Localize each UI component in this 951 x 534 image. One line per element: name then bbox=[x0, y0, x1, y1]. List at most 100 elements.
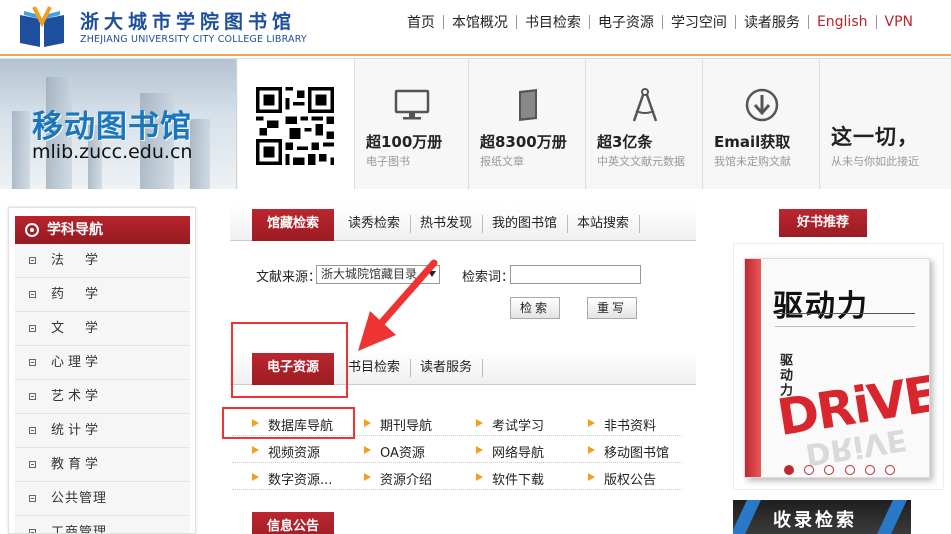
source-label: 文献来源： bbox=[256, 270, 322, 285]
expand-plus-icon bbox=[29, 359, 36, 366]
highlight-box bbox=[222, 407, 355, 439]
compass-icon bbox=[632, 88, 657, 122]
nav-reader-services[interactable]: 读者服务 bbox=[736, 12, 808, 32]
nav-vpn[interactable]: VPN bbox=[877, 14, 922, 30]
nav-home[interactable]: 首页 bbox=[399, 12, 443, 32]
carousel-dot[interactable] bbox=[844, 465, 855, 475]
nav-e-resources[interactable]: 电子资源 bbox=[590, 12, 662, 32]
link-non-book-materials[interactable]: 非书资料 bbox=[588, 415, 656, 434]
highlight-box bbox=[231, 322, 348, 398]
link-digital-resources[interactable]: 数字资源... bbox=[252, 469, 332, 488]
carousel-dot[interactable] bbox=[784, 465, 795, 475]
book-spine bbox=[745, 259, 761, 477]
stat-email-delivery[interactable]: Email获取 我馆未定购文献 bbox=[704, 59, 820, 189]
stat-sub: 电子图书 bbox=[366, 155, 410, 168]
book-recommend-title: 好书推荐 bbox=[779, 209, 867, 237]
search-and-resources: 馆藏检索 读秀检索 热书发现 我的图书馆 本站搜索 文献来源： 浙大城院馆藏目录… bbox=[222, 205, 700, 534]
download-icon bbox=[745, 88, 778, 122]
subject-item-pharmacy[interactable]: 药 学 bbox=[15, 278, 190, 312]
tab-duxiu-search[interactable]: 读秀检索 bbox=[338, 215, 412, 233]
link-mobile-library[interactable]: 移动图书馆 bbox=[588, 442, 669, 461]
subject-item-literature[interactable]: 文 学 bbox=[15, 312, 190, 346]
subject-item-education[interactable]: 教育学 bbox=[15, 448, 190, 482]
nav-english[interactable]: English bbox=[809, 14, 876, 30]
tablet-icon bbox=[518, 89, 537, 121]
subject-item-law[interactable]: 法 学 bbox=[15, 244, 190, 278]
carousel-dot[interactable] bbox=[864, 465, 875, 475]
logo-english-name: ZHEJIANG UNIVERSITY CITY COLLEGE LIBRARY bbox=[80, 34, 307, 45]
reset-button[interactable]: 重写 bbox=[587, 297, 637, 319]
logo-chinese-name: 浙大城市学院图书馆 bbox=[80, 11, 297, 33]
mobile-library-panel[interactable]: 移动图书馆 mlib.zucc.edu.cn bbox=[0, 59, 237, 189]
subject-label: 药 学 bbox=[51, 287, 103, 302]
tab-site-search[interactable]: 本站搜索 bbox=[567, 215, 641, 233]
carousel-dot[interactable] bbox=[884, 465, 895, 475]
subject-item-business-admin[interactable]: 工商管理 bbox=[15, 516, 190, 534]
nav-about[interactable]: 本馆概况 bbox=[444, 12, 516, 32]
top-navigation: 首页 本馆概况 书目检索 电子资源 学习空间 读者服务 English VPN bbox=[399, 12, 921, 32]
link-video-resources[interactable]: 视频资源 bbox=[252, 442, 320, 461]
feature-banner: 移动图书馆 mlib.zucc.edu.cn 超100万册 电子图书 超8300… bbox=[0, 58, 951, 189]
tab-catalog-search[interactable]: 书目检索 bbox=[338, 359, 412, 377]
tab-announcements[interactable]: 信息公告 bbox=[252, 512, 334, 534]
stripe-decoration bbox=[733, 500, 761, 534]
stat-sub: 中英文文献元数据 bbox=[597, 155, 685, 168]
stripe-decoration bbox=[877, 500, 907, 534]
stat-metadata[interactable]: 超3亿条 中英文文献元数据 bbox=[587, 59, 703, 189]
expand-plus-icon bbox=[29, 257, 36, 264]
link-resource-intro[interactable]: 资源介绍 bbox=[364, 469, 432, 488]
link-journal-navigation[interactable]: 期刊导航 bbox=[364, 415, 432, 434]
carousel-dots bbox=[734, 464, 945, 479]
tab-reader-services[interactable]: 读者服务 bbox=[410, 359, 484, 377]
mobile-library-url: mlib.zucc.edu.cn bbox=[32, 141, 193, 163]
expand-plus-icon bbox=[29, 393, 36, 400]
keyword-input[interactable] bbox=[510, 265, 641, 284]
catalog-search-form: 文献来源： 浙大城院馆藏目录 检索词： 检索 重写 bbox=[230, 249, 700, 329]
link-copyright-notice[interactable]: 版权公告 bbox=[588, 469, 656, 488]
link-software-download[interactable]: 软件下载 bbox=[476, 469, 544, 488]
subject-label: 教育学 bbox=[51, 457, 103, 472]
site-header: 浙大城市学院图书馆 ZHEJIANG UNIVERSITY CITY COLLE… bbox=[0, 0, 951, 56]
subject-item-public-admin[interactable]: 公共管理 bbox=[15, 482, 190, 516]
book-cover[interactable]: 驱动力 驱动力 DRiVE DRiVE bbox=[744, 258, 930, 478]
expand-plus-icon bbox=[29, 325, 36, 332]
search-button[interactable]: 检索 bbox=[510, 297, 560, 319]
nav-learning-space[interactable]: 学习空间 bbox=[663, 12, 735, 32]
tab-hot-books[interactable]: 热书发现 bbox=[410, 215, 484, 233]
stat-ebooks[interactable]: 超100万册 电子图书 bbox=[356, 59, 469, 189]
expand-plus-icon bbox=[29, 495, 36, 502]
subject-navigation-label: 学科导航 bbox=[47, 222, 103, 238]
stat-newspapers[interactable]: 超8300万册 报纸文章 bbox=[470, 59, 586, 189]
book-recommend-panel: 驱动力 驱动力 DRiVE DRiVE bbox=[733, 243, 944, 490]
stat-slogan: 这一切， 从未与你如此接近 bbox=[821, 59, 951, 189]
subject-item-arts[interactable]: 艺术学 bbox=[15, 380, 190, 414]
resource-link-row: 数字资源... 资源介绍 软件下载 版权公告 bbox=[232, 463, 682, 490]
qr-code-panel bbox=[238, 59, 355, 189]
subject-item-psychology[interactable]: 心理学 bbox=[15, 346, 190, 380]
building-decoration bbox=[190, 119, 210, 189]
tab-my-library[interactable]: 我的图书馆 bbox=[482, 215, 569, 233]
tab-collection-search[interactable]: 馆藏检索 bbox=[252, 209, 334, 241]
mobile-library-title: 移动图书馆 bbox=[32, 109, 192, 145]
subject-label: 统计学 bbox=[51, 423, 103, 438]
link-exam-study[interactable]: 考试学习 bbox=[476, 415, 544, 434]
collection-search-banner[interactable]: 收录检索 bbox=[733, 500, 911, 534]
subject-navigation: 学科导航 法 学 药 学 文 学 心理学 艺术学 统计学 教育学 公共管理 工商… bbox=[8, 207, 196, 534]
stat-main: 超8300万册 bbox=[480, 133, 567, 151]
subject-label: 工商管理 bbox=[51, 525, 108, 534]
logo-book-icon bbox=[20, 6, 64, 47]
stat-main: 超3亿条 bbox=[597, 133, 653, 151]
carousel-dot[interactable] bbox=[804, 465, 815, 475]
link-web-navigation[interactable]: 网络导航 bbox=[476, 442, 544, 461]
carousel-dot[interactable] bbox=[824, 465, 835, 475]
nav-catalog-search[interactable]: 书目检索 bbox=[517, 12, 589, 32]
subject-navigation-title: 学科导航 bbox=[15, 216, 190, 244]
subject-list: 法 学 药 学 文 学 心理学 艺术学 统计学 教育学 公共管理 工商管理 bbox=[15, 244, 190, 534]
link-oa-resources[interactable]: OA资源 bbox=[364, 442, 425, 461]
stat-sub: 我馆未定购文献 bbox=[714, 155, 791, 168]
stat-main: 超100万册 bbox=[366, 133, 443, 151]
building-decoration bbox=[12, 111, 30, 189]
subject-item-statistics[interactable]: 统计学 bbox=[15, 414, 190, 448]
library-logo[interactable]: 浙大城市学院图书馆 ZHEJIANG UNIVERSITY CITY COLLE… bbox=[14, 5, 314, 49]
collection-search-label: 收录检索 bbox=[773, 510, 857, 531]
